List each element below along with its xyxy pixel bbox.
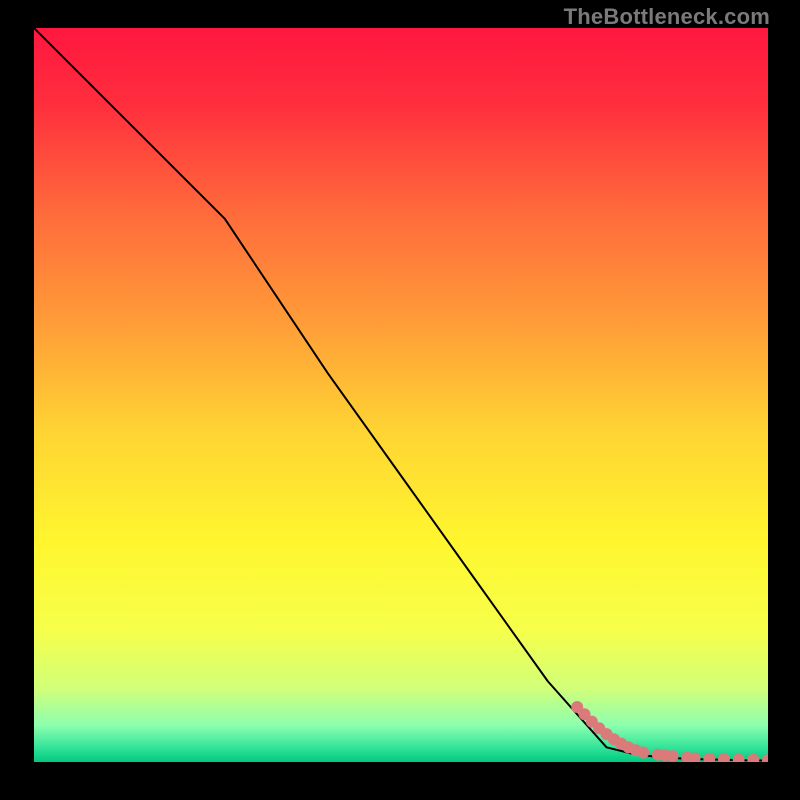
marker-point bbox=[637, 746, 649, 758]
plot-svg bbox=[34, 28, 768, 762]
marker-point bbox=[667, 750, 679, 762]
watermark: TheBottleneck.com bbox=[564, 4, 770, 30]
chart-frame: TheBottleneck.com bbox=[0, 0, 800, 800]
plot-area bbox=[34, 28, 768, 762]
